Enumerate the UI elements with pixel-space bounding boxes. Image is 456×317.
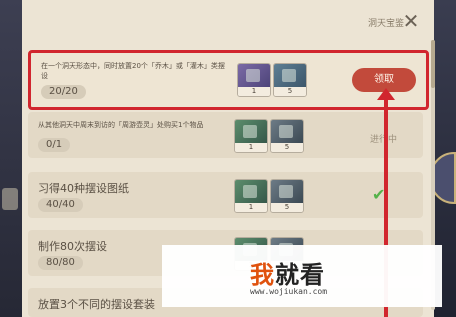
task-description: 在一个洞天形态中，同时放置20个「乔木」或「灌木」类摆设: [41, 62, 225, 80]
stone-pillar-icon: [274, 64, 306, 87]
reward-count: 1: [238, 87, 270, 96]
side-tab[interactable]: [2, 188, 18, 210]
reward-item[interactable]: 1: [234, 119, 268, 153]
reward-count: 1: [235, 203, 267, 212]
reward-item[interactable]: 5: [270, 179, 304, 213]
fence-furnishing-icon: [235, 180, 267, 203]
task-progress: 20/20: [41, 85, 86, 99]
task-description: 放置3个不同的摆设套装: [38, 298, 155, 311]
reward-item[interactable]: 5: [270, 119, 304, 153]
panel-title: 洞天宝鉴: [368, 19, 405, 29]
watermark-logo: 我就看: [250, 255, 325, 290]
reward-count: 5: [271, 143, 303, 152]
task-description: 习得40种摆设图纸: [38, 182, 129, 195]
reward-count: 5: [274, 87, 306, 96]
background-left: [0, 0, 22, 317]
task-description: 制作80次摆设: [38, 240, 107, 253]
scrollbar-thumb[interactable]: [431, 40, 435, 88]
annotation-arrow-head: [377, 88, 395, 100]
reward-count: 1: [235, 143, 267, 152]
reward-item[interactable]: 1: [234, 179, 268, 213]
watermark-logo-first: 我: [250, 261, 275, 289]
reward-count: 5: [271, 203, 303, 212]
task-row: 从其他洞天中周末到访的「周游壶灵」处购买1个物品 0/1 1 5: [28, 112, 423, 158]
close-icon[interactable]: ✕: [402, 11, 420, 31]
watermark: 我就看 www.wojiukan.com: [162, 245, 442, 307]
task-description: 从其他洞天中周末到访的「周游壶灵」处购买1个物品: [38, 121, 204, 129]
task-progress: 40/40: [38, 198, 83, 212]
task-progress: 80/80: [38, 256, 83, 270]
fence-furnishing-icon: [235, 120, 267, 143]
stone-pillar-icon: [271, 120, 303, 143]
watermark-url: www.wojiukan.com: [250, 287, 328, 296]
task-row: 习得40种摆设图纸 40/40 1 5: [28, 172, 423, 218]
watermark-logo-rest: 就看: [275, 261, 325, 289]
reward-item[interactable]: 5: [273, 63, 307, 97]
stone-pillar-icon: [271, 180, 303, 203]
reward-item[interactable]: 1: [237, 63, 271, 97]
tree-furnishing-icon: [238, 64, 270, 87]
task-progress: 0/1: [38, 138, 71, 152]
